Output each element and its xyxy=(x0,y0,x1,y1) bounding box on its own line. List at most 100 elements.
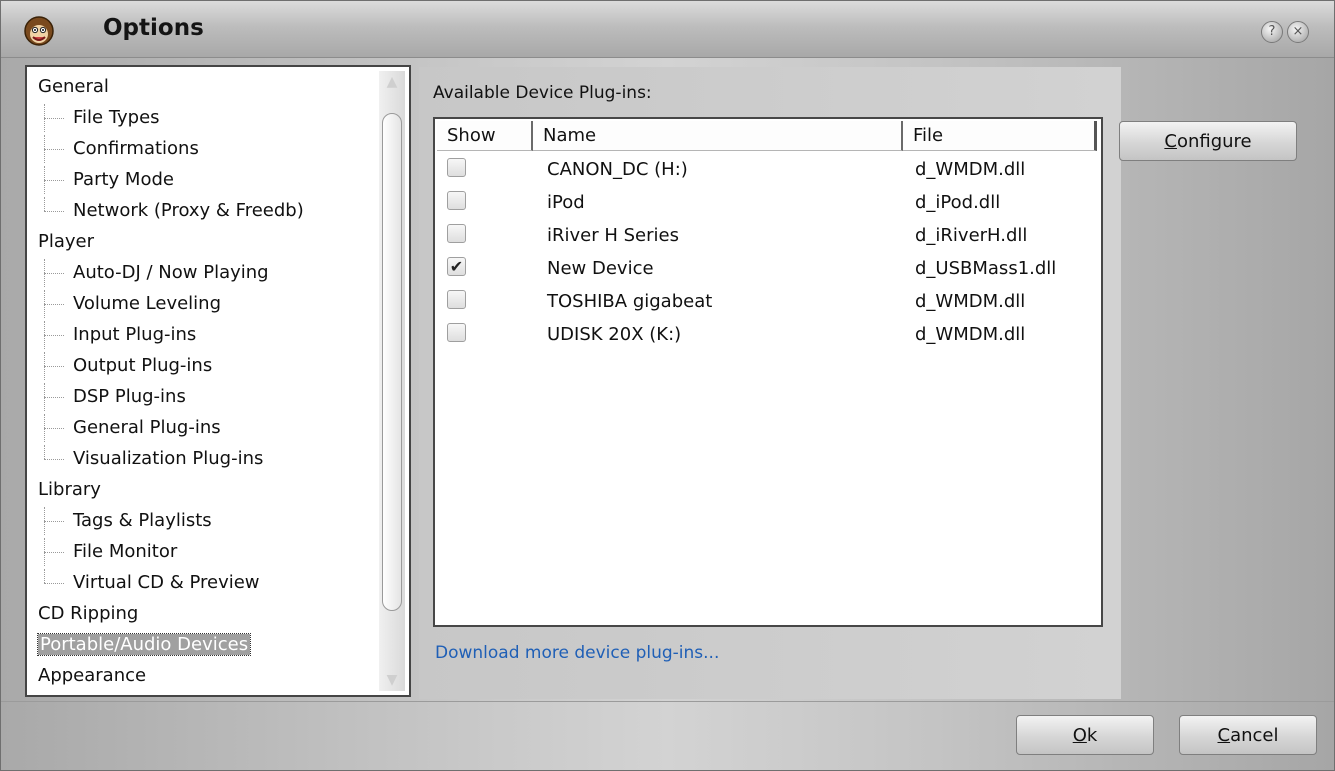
tree-subitem[interactable]: File Monitor xyxy=(73,538,177,566)
tree-subitem[interactable]: Tags & Playlists xyxy=(73,507,212,535)
tree-item-label: Appearance xyxy=(38,665,147,686)
plugin-row[interactable]: iPod d_iPod.dll xyxy=(435,186,1101,219)
column-header-show[interactable]: Show xyxy=(437,121,533,151)
tree-item-label: Volume Leveling xyxy=(73,293,222,314)
tree-scrollbar[interactable]: ▲ ▼ xyxy=(379,71,405,691)
plugin-file: d_WMDM.dll xyxy=(915,291,1026,312)
tree-branch-line xyxy=(44,507,68,535)
configure-accel: C xyxy=(1164,131,1177,152)
show-checkbox[interactable] xyxy=(447,323,466,342)
tree-subitem[interactable]: Input Plug-ins xyxy=(73,321,196,349)
tree-subitem[interactable]: Output Plug-ins xyxy=(73,352,212,380)
plugin-name: iRiver H Series xyxy=(547,225,679,246)
help-icon[interactable]: ? xyxy=(1261,21,1283,43)
tree-item-label: File Types xyxy=(73,107,160,128)
tree-subitem[interactable]: Party Mode xyxy=(73,166,174,194)
tree-category-item[interactable]: CD Ripping xyxy=(38,600,138,628)
tree-category-item[interactable]: Portable/Audio Devices xyxy=(36,631,252,659)
tree-branch-line xyxy=(44,135,68,163)
tree-branch-line xyxy=(44,166,68,194)
download-plugins-link[interactable]: Download more device plug-ins... xyxy=(435,643,719,663)
tree-branch-line xyxy=(44,290,68,318)
tree-category-item[interactable]: Player xyxy=(38,228,94,256)
tree-subitem[interactable]: Confirmations xyxy=(73,135,199,163)
monkey-face-icon xyxy=(24,16,54,46)
tree-subitem[interactable]: Visualization Plug-ins xyxy=(73,445,263,473)
tree-subitem[interactable]: Virtual CD & Preview xyxy=(73,569,260,597)
plugin-file: d_WMDM.dll xyxy=(915,159,1026,180)
plugin-row[interactable]: ✔ New Device d_USBMass1.dll xyxy=(435,252,1101,285)
tree-item-label: Auto-DJ / Now Playing xyxy=(73,262,269,283)
options-window: Options ? × General File Types Confirmatio… xyxy=(0,0,1335,771)
plugin-name: UDISK 20X (K:) xyxy=(547,324,682,345)
tree-item-label: Party Mode xyxy=(73,169,174,190)
section-label: Available Device Plug-ins: xyxy=(433,83,652,103)
scroll-thumb[interactable] xyxy=(382,113,402,611)
plugin-name: TOSHIBA gigabeat xyxy=(547,291,713,312)
configure-button[interactable]: Configure xyxy=(1119,121,1297,161)
tree-item-label: CD Ripping xyxy=(38,603,139,624)
bottom-divider xyxy=(1,701,1334,702)
configure-label: onfigure xyxy=(1176,131,1252,152)
plugin-row[interactable]: iRiver H Series d_iRiverH.dll xyxy=(435,219,1101,252)
tree-branch-line xyxy=(44,197,68,225)
tree-branch-line xyxy=(44,445,68,473)
tree-subitem[interactable]: Volume Leveling xyxy=(73,290,221,318)
tree-subitem[interactable]: Network (Proxy & Freedb) xyxy=(73,197,304,225)
tree-branch-line xyxy=(44,321,68,349)
tree-item-label: DSP Plug-ins xyxy=(73,386,186,407)
plugin-row[interactable]: TOSHIBA gigabeat d_WMDM.dll xyxy=(435,285,1101,318)
ok-button[interactable]: Ok xyxy=(1016,715,1154,755)
tree-branch-line xyxy=(44,352,68,380)
plugin-name: iPod xyxy=(547,192,585,213)
show-checkbox[interactable]: ✔ xyxy=(447,257,466,276)
title-bar[interactable]: Options ? × xyxy=(1,1,1334,58)
tree-subitem[interactable]: General Plug-ins xyxy=(73,414,221,442)
checkmark-icon: ✔ xyxy=(449,257,464,276)
plugin-file: d_iPod.dll xyxy=(915,192,1001,213)
plugin-row[interactable]: CANON_DC (H:) d_WMDM.dll xyxy=(435,153,1101,186)
tree-category-item[interactable]: General xyxy=(38,73,109,101)
tree-branch-line xyxy=(44,104,68,132)
tree-branch-line xyxy=(44,414,68,442)
tree-branch-line xyxy=(44,569,68,597)
tree-subitem[interactable]: File Types xyxy=(73,104,160,132)
plugin-file: d_iRiverH.dll xyxy=(915,225,1028,246)
column-header-name[interactable]: Name xyxy=(533,121,903,151)
show-checkbox[interactable] xyxy=(447,158,466,177)
options-tree[interactable]: General File Types Confirmations Party Mode… xyxy=(25,65,411,697)
tree-subitem[interactable]: DSP Plug-ins xyxy=(73,383,186,411)
plugin-row[interactable]: UDISK 20X (K:) d_WMDM.dll xyxy=(435,318,1101,351)
tree-item-label: Virtual CD & Preview xyxy=(73,572,260,593)
show-checkbox[interactable] xyxy=(447,191,466,210)
scroll-up-icon[interactable]: ▲ xyxy=(383,73,401,91)
column-header-file[interactable]: File xyxy=(903,121,1097,151)
tree-item-label: Visualization Plug-ins xyxy=(73,448,264,469)
tree-item-label: General Plug-ins xyxy=(73,417,221,438)
tree-item-label: Input Plug-ins xyxy=(73,324,197,345)
tree-category-item[interactable]: Library xyxy=(38,476,101,504)
tree-branch-line xyxy=(44,259,68,287)
cancel-button[interactable]: Cancel xyxy=(1179,715,1317,755)
tree-item-label: General xyxy=(38,76,109,97)
ok-accel: O xyxy=(1072,725,1087,746)
plugin-name: New Device xyxy=(547,258,654,279)
tree-item-label: Tags & Playlists xyxy=(73,510,212,531)
show-checkbox[interactable] xyxy=(447,224,466,243)
cancel-label: ancel xyxy=(1230,725,1279,746)
tree-subitem[interactable]: Auto-DJ / Now Playing xyxy=(73,259,269,287)
tree-category-item[interactable]: Appearance xyxy=(38,662,146,690)
tree-item-label: Portable/Audio Devices xyxy=(36,633,252,656)
tree-item-label: Player xyxy=(38,231,95,252)
ok-label: k xyxy=(1086,725,1098,746)
tree-item-label: Library xyxy=(38,479,101,500)
scroll-down-icon[interactable]: ▼ xyxy=(383,671,401,689)
device-plugin-list[interactable]: Show Name File CANON_DC (H:) d_WMDM.dll iP… xyxy=(433,117,1103,627)
close-icon[interactable]: × xyxy=(1287,21,1309,43)
cancel-accel: C xyxy=(1217,725,1231,746)
window-title: Options xyxy=(103,15,204,41)
show-checkbox[interactable] xyxy=(447,290,466,309)
tree-branch-line xyxy=(44,538,68,566)
plugin-name: CANON_DC (H:) xyxy=(547,159,688,180)
tree-item-label: File Monitor xyxy=(73,541,178,562)
